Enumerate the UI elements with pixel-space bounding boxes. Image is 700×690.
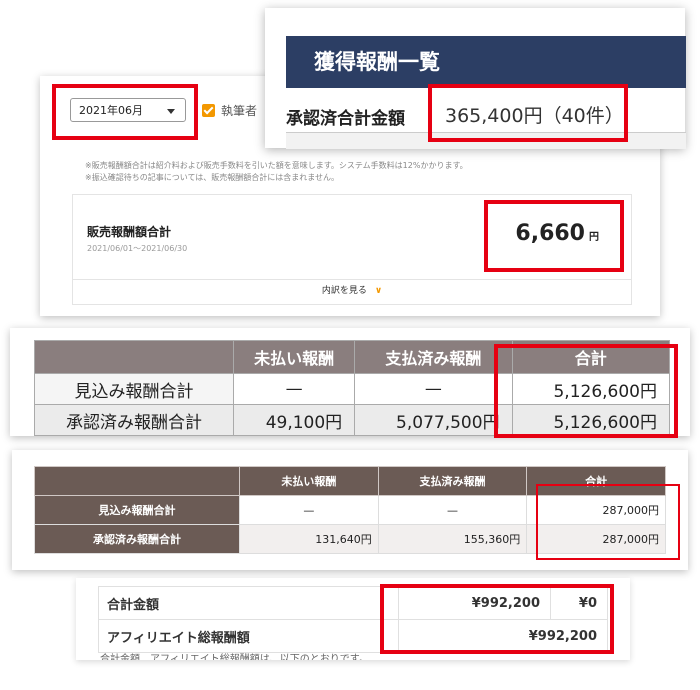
earned-rewards-header: 獲得報酬一覧 <box>286 36 686 88</box>
view-breakdown-button[interactable]: 内訳を見る ∨ <box>72 278 632 305</box>
table-header-empty <box>34 466 240 496</box>
paid-cell: 155,360円 <box>377 524 528 554</box>
row-label: 承認済み報酬合計 <box>34 404 234 436</box>
paid-cell: — <box>354 373 513 405</box>
paid-cell: 5,077,500円 <box>354 404 513 436</box>
table-header-unpaid: 未払い報酬 <box>239 466 379 496</box>
chevron-down-icon: ∨ <box>374 286 383 296</box>
highlight-box-approved-total <box>428 84 628 142</box>
summary-period: 2021/06/01〜2021/06/30 <box>87 244 188 253</box>
highlight-box-table2-total <box>536 484 680 560</box>
note-line-1: ※販売報酬額合計は紹介料および販売手数料を引いた額を意味します。システム手数料は… <box>85 161 468 170</box>
highlight-box-month <box>52 84 198 140</box>
unpaid-cell: — <box>232 373 356 405</box>
paid-cell: — <box>377 495 528 525</box>
table-header-paid: 支払済み報酬 <box>377 466 528 496</box>
row-label: 見込み報酬合計 <box>34 495 240 525</box>
note-line-2: ※振込確認待ちの記事については、販売報酬額合計には含まれません。 <box>85 173 340 182</box>
table-header-paid: 支払済み報酬 <box>354 340 513 374</box>
highlight-box-table1-total <box>494 344 678 438</box>
breakdown-label: 内訳を見る <box>321 286 367 296</box>
highlight-box-sales-amount <box>484 200 624 272</box>
approved-total-label: 承認済合計金額 <box>286 109 405 129</box>
summary-title: 販売報酬額合計 <box>87 225 172 239</box>
unpaid-cell: — <box>239 495 379 525</box>
unpaid-cell: 131,640円 <box>239 524 379 554</box>
table-header-empty <box>34 340 234 374</box>
author-checkbox-label: 執筆者 <box>221 104 258 118</box>
table-header-unpaid: 未払い報酬 <box>232 340 356 374</box>
row-label: 承認済み報酬合計 <box>34 524 240 554</box>
unpaid-cell: 49,100円 <box>232 404 356 436</box>
total-amount-label: 合計金額 <box>98 586 399 620</box>
author-checkbox[interactable] <box>202 104 215 117</box>
highlight-box-affiliate-total <box>380 584 614 654</box>
row-label: 見込み報酬合計 <box>34 373 234 405</box>
affiliate-total-label: アフィリエイト総報酬額 <box>98 619 399 653</box>
